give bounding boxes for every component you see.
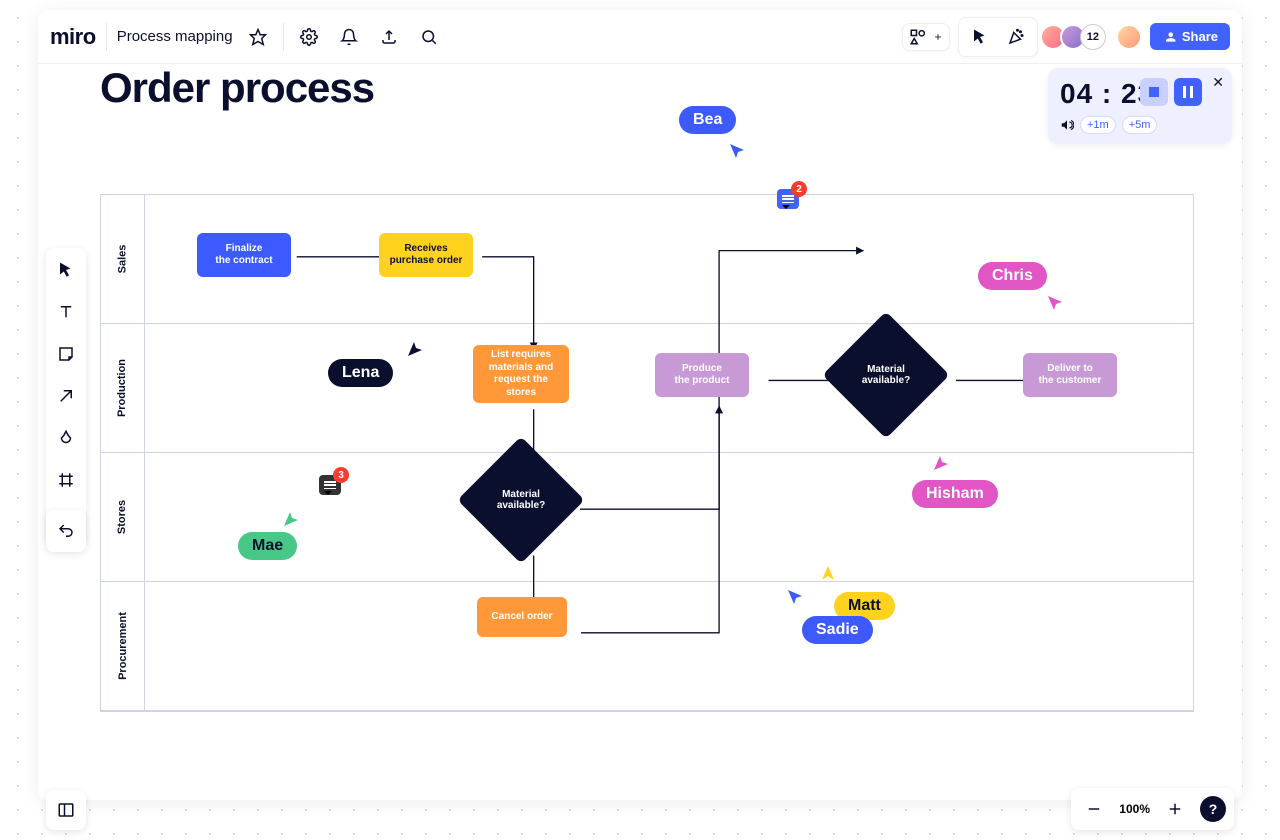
board[interactable]: Order process Sales Production Stores Pr… xyxy=(100,64,1194,752)
panel-icon xyxy=(57,801,75,819)
cursor-icon xyxy=(786,588,804,606)
minimap-button[interactable] xyxy=(46,790,86,830)
node-deliver-customer[interactable]: Deliver to the customer xyxy=(1023,353,1117,397)
cursor-tag-sadie: Sadie xyxy=(802,616,873,644)
sticky-note-tool-icon[interactable] xyxy=(52,340,80,368)
topbar: miro Process mapping xyxy=(38,10,1242,64)
cursor-icon xyxy=(932,454,950,472)
left-toolbar: » xyxy=(46,248,86,544)
cursor-tag-chris: Chris xyxy=(978,262,1047,290)
cursor-icon xyxy=(1046,294,1064,312)
frame-tool-icon[interactable] xyxy=(52,466,80,494)
bell-icon[interactable] xyxy=(334,22,364,52)
lane-label: Procurement xyxy=(117,612,129,680)
node-material-available-2[interactable]: Material available? xyxy=(841,330,931,420)
avatar-overflow-count[interactable]: 12 xyxy=(1080,24,1106,50)
person-add-icon xyxy=(1162,30,1176,44)
cursor-tag-bea: Bea xyxy=(679,106,736,134)
lane-stores: Stores xyxy=(101,453,1193,582)
pen-tool-icon[interactable] xyxy=(52,424,80,452)
zoom-level[interactable]: 100% xyxy=(1119,802,1150,816)
search-icon[interactable] xyxy=(414,22,444,52)
node-list-materials[interactable]: List requires materials and request the … xyxy=(473,345,569,403)
lane-label: Production xyxy=(117,359,129,417)
lane-procurement: Procurement xyxy=(101,582,1193,711)
node-material-available-1[interactable]: Material available? xyxy=(476,455,566,545)
zoom-out-button[interactable] xyxy=(1079,794,1109,824)
lane-label: Stores xyxy=(117,500,129,534)
zoom-controls: 100% ? xyxy=(1071,788,1234,830)
app-frame: miro Process mapping xyxy=(38,10,1242,800)
text-tool-icon[interactable] xyxy=(52,298,80,326)
comment-count-badge: 3 xyxy=(333,467,349,483)
logo[interactable]: miro xyxy=(50,24,96,50)
presence-avatars[interactable]: 12 xyxy=(1046,24,1106,50)
undo-toolbar xyxy=(46,510,86,552)
plus-icon xyxy=(933,32,943,42)
node-cancel-order[interactable]: Cancel order xyxy=(477,597,567,637)
share-label: Share xyxy=(1182,29,1218,44)
cursor-icon xyxy=(282,510,300,528)
select-tool-icon[interactable] xyxy=(52,256,80,284)
comment-count-badge: 2 xyxy=(791,181,807,197)
zoom-in-button[interactable] xyxy=(1160,794,1190,824)
avatar-self[interactable] xyxy=(1116,24,1142,50)
cursor-tag-hisham: Hisham xyxy=(912,480,998,508)
diagram-title[interactable]: Order process xyxy=(100,64,1194,112)
board-name[interactable]: Process mapping xyxy=(117,28,233,45)
diamond-label: Material available? xyxy=(841,330,931,420)
settings-icon[interactable] xyxy=(294,22,324,52)
node-produce-product[interactable]: Produce the product xyxy=(655,353,749,397)
apps-chip[interactable] xyxy=(902,23,950,51)
arrow-tool-icon[interactable] xyxy=(52,382,80,410)
cursor-icon xyxy=(406,340,424,358)
node-finalize-contract[interactable]: Finalize the contract xyxy=(197,233,291,277)
diamond-label: Material available? xyxy=(476,455,566,545)
facilitation-chip xyxy=(958,17,1038,57)
cursor-tag-lena: Lena xyxy=(328,359,393,387)
cursor-icon xyxy=(728,142,746,160)
help-button[interactable]: ? xyxy=(1200,796,1226,822)
comment-bubble[interactable]: 3 xyxy=(319,475,341,495)
export-icon[interactable] xyxy=(374,22,404,52)
divider xyxy=(283,23,284,51)
node-receives-po[interactable]: Receives purchase order xyxy=(379,233,473,277)
comment-bubble[interactable]: 2 xyxy=(777,189,799,209)
lane-label: Sales xyxy=(117,245,129,274)
divider xyxy=(106,23,107,51)
shapes-icon xyxy=(909,28,927,46)
cursor-tag-mae: Mae xyxy=(238,532,297,560)
cursor-icon xyxy=(820,564,838,582)
close-icon[interactable]: ✕ xyxy=(1212,74,1224,91)
share-button[interactable]: Share xyxy=(1150,23,1230,50)
undo-icon[interactable] xyxy=(51,516,81,546)
star-icon[interactable] xyxy=(243,22,273,52)
pointer-mode-icon[interactable] xyxy=(965,22,995,52)
topbar-right: 12 Share xyxy=(902,17,1230,57)
confetti-icon[interactable] xyxy=(1001,22,1031,52)
